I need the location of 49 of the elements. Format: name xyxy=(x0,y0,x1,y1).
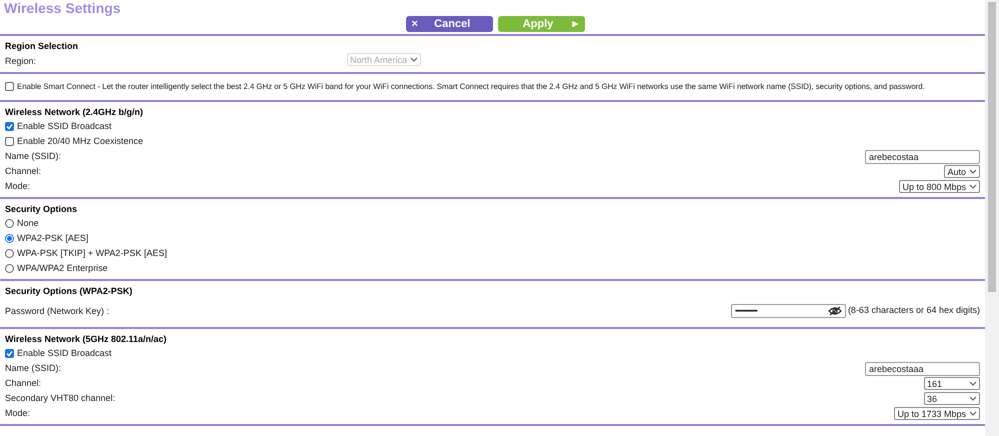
text-field[interactable]: arebecostaaa xyxy=(865,362,980,376)
checkbox[interactable] xyxy=(5,349,14,358)
field-label: Region: xyxy=(5,54,36,68)
section-heading: Security Options xyxy=(5,203,78,216)
field-label: Secondary VHT80 channel: xyxy=(5,392,116,405)
page-title: Wireless Settings xyxy=(3,0,122,16)
radio-button[interactable] xyxy=(5,234,14,243)
field-label: Channel: xyxy=(5,165,42,178)
field-label: Mode: xyxy=(5,180,30,193)
option-label: Enable 20/40 MHz Coexistence xyxy=(17,135,144,148)
dropdown[interactable]: Up to 800 Mbps xyxy=(899,180,980,193)
dropdown[interactable]: Up to 1733 Mbps xyxy=(894,407,980,420)
dropdown[interactable]: 161 xyxy=(924,377,980,390)
chevron-icon xyxy=(410,57,418,62)
checkbox[interactable] xyxy=(5,137,14,146)
chevron-icon xyxy=(969,396,977,401)
field-label: Channel: xyxy=(5,377,42,390)
option-label: None xyxy=(17,217,39,230)
chevron-icon xyxy=(969,169,977,174)
eye-slash-icon[interactable] xyxy=(828,306,842,316)
option-label: WPA2-PSK [AES] xyxy=(17,232,88,245)
checkbox[interactable] xyxy=(5,122,14,131)
radio-button[interactable] xyxy=(5,249,14,258)
chevron-icon xyxy=(969,411,977,416)
chevron-icon xyxy=(969,184,977,189)
radio-button[interactable] xyxy=(5,219,14,228)
dropdown[interactable]: Auto xyxy=(944,165,980,178)
dropdown[interactable]: 36 xyxy=(924,392,980,405)
close-icon: × xyxy=(412,18,418,30)
play-icon: ▸ xyxy=(572,18,578,30)
hint-text: (8-63 characters or 64 hex digits) xyxy=(848,304,980,318)
section-heading: Wireless Network (5GHz 802.11a/n/ac) xyxy=(5,333,168,346)
section-heading: Wireless Network (2.4GHz b/g/n) xyxy=(5,106,144,119)
option-label: WPA/WPA2 Enterprise xyxy=(17,262,108,275)
scrollbar[interactable] xyxy=(985,0,999,436)
field-label: Password (Network Key) : xyxy=(5,304,110,318)
option-label: WPA-PSK [TKIP] + WPA2-PSK [AES] xyxy=(17,247,167,260)
option-label: Enable SSID Broadcast xyxy=(17,120,112,133)
cancel-button[interactable]: × Cancel xyxy=(406,16,492,32)
radio-button[interactable] xyxy=(5,264,14,273)
text-field[interactable]: arebecostaa xyxy=(865,150,980,164)
field-label: Name (SSID): xyxy=(5,362,62,375)
checkbox[interactable] xyxy=(5,82,14,91)
field-label: Mode: xyxy=(5,407,30,420)
field-label: Name (SSID): xyxy=(5,150,62,163)
section-heading: Security Options (WPA2-PSK) xyxy=(5,285,134,298)
section-heading: Region Selection xyxy=(5,40,80,53)
option-label: Enable SSID Broadcast xyxy=(17,347,112,360)
chevron-icon xyxy=(969,381,977,386)
